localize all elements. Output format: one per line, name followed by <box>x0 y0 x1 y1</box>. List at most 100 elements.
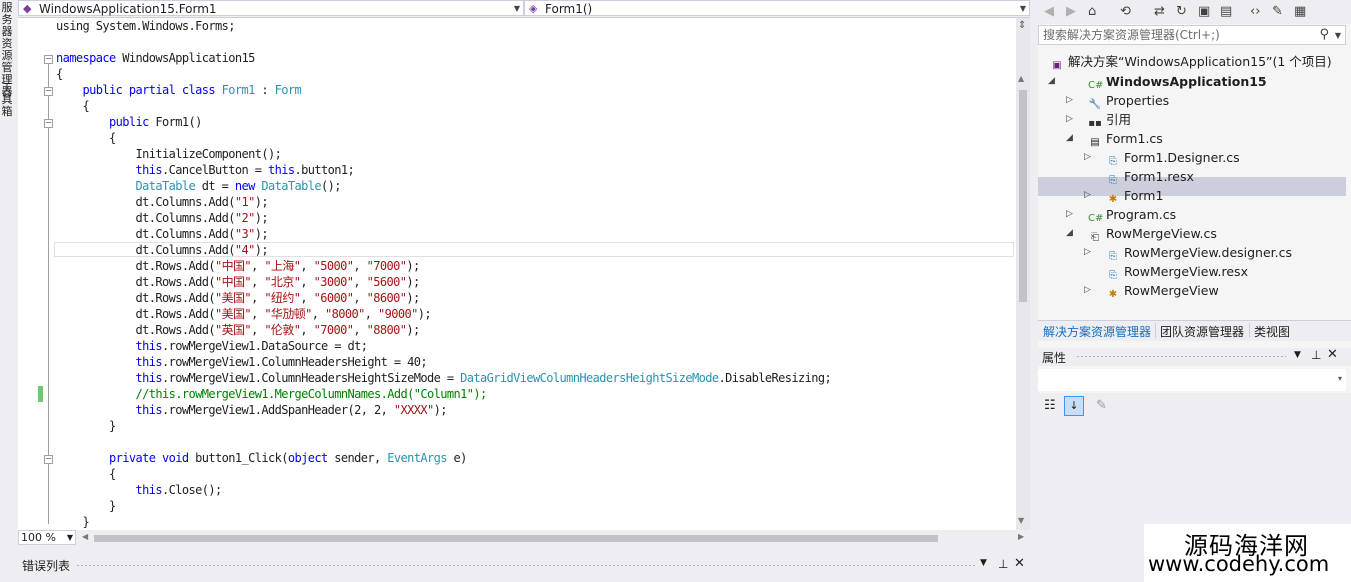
tree-node[interactable]: ▷ ▪▪ 引用 <box>1038 110 1346 129</box>
collapse-triangle-icon[interactable]: ◢ <box>1048 72 1055 91</box>
fold-toggle-namespace[interactable]: − <box>44 55 53 64</box>
code-line[interactable]: //this.rowMergeView1.MergeColumnNames.Ad… <box>56 386 487 402</box>
toolbox-tab[interactable]: 工具箱 <box>0 82 14 118</box>
tree-node[interactable]: ⎘ Form1.resx <box>1038 167 1346 186</box>
drag-grip[interactable] <box>1076 355 1286 358</box>
wrench-icon[interactable]: ✎ <box>1096 398 1107 413</box>
code-line[interactable]: } <box>56 514 89 530</box>
code-editor[interactable]: − − − − using System.Windows.Forms; names… <box>18 18 1016 530</box>
refresh-icon[interactable]: ↻ <box>1176 4 1187 19</box>
horizontal-scroll-thumb[interactable] <box>94 535 938 542</box>
code-line[interactable]: dt.Rows.Add("美国", "纽约", "6000", "8600"); <box>56 290 420 306</box>
tree-node[interactable]: ▷ 🔧 Properties <box>1038 91 1346 110</box>
forward-icon[interactable]: ▶ <box>1066 4 1076 19</box>
code-line[interactable]: dt.Columns.Add("2"); <box>56 210 268 226</box>
code-line[interactable]: dt.Rows.Add("英国", "伦敦", "7000", "8800"); <box>56 322 420 338</box>
code-line[interactable]: { <box>56 66 63 82</box>
tree-node[interactable]: ▣ 解决方案“WindowsApplication15”(1 个项目) <box>1038 52 1346 71</box>
expand-triangle-icon[interactable]: ▷ <box>1066 91 1073 110</box>
expand-triangle-icon[interactable]: ▷ <box>1084 243 1091 262</box>
code-line[interactable]: dt.Columns.Add("3"); <box>56 226 268 242</box>
collapse-all-icon[interactable]: ▣ <box>1198 4 1210 19</box>
code-line[interactable]: InitializeComponent(); <box>56 146 281 162</box>
alphabetical-icon[interactable]: ↓ <box>1064 396 1084 416</box>
tab-solution-explorer[interactable]: 解决方案资源管理器 <box>1043 323 1151 340</box>
history-icon[interactable]: ⟲ <box>1120 4 1131 19</box>
scroll-left-icon[interactable]: ◀ <box>82 532 88 541</box>
tree-node[interactable]: ◢ C# WindowsApplication15 <box>1038 72 1346 91</box>
sync-icon[interactable]: ⇄ <box>1154 4 1165 19</box>
code-line[interactable]: public Form1() <box>56 114 202 130</box>
expand-triangle-icon[interactable]: ▷ <box>1084 186 1091 205</box>
fold-toggle-class[interactable]: − <box>44 87 53 96</box>
dropdown-icon[interactable]: ▼ <box>980 558 987 568</box>
back-icon[interactable]: ◀ <box>1044 4 1054 19</box>
scroll-down-icon[interactable]: ▼ <box>1018 516 1024 525</box>
tab-team-explorer[interactable]: 团队资源管理器 <box>1160 323 1244 340</box>
search-icon[interactable]: ⚲ <box>1319 26 1329 44</box>
code-line[interactable]: this.CancelButton = this.button1; <box>56 162 355 178</box>
code-line[interactable]: using System.Windows.Forms; <box>56 18 235 34</box>
tree-node[interactable]: ⎘ RowMergeView.resx <box>1038 262 1346 281</box>
collapse-triangle-icon[interactable]: ◢ <box>1066 224 1073 243</box>
zoom-dropdown[interactable]: 100 % ▼ <box>18 530 76 545</box>
close-icon[interactable]: ✕ <box>1014 556 1025 571</box>
collapse-triangle-icon[interactable]: ◢ <box>1066 129 1073 148</box>
code-line[interactable]: this.Close(); <box>56 482 223 498</box>
code-line[interactable]: dt.Rows.Add("中国", "北京", "3000", "5600"); <box>56 274 420 290</box>
scroll-up-icon[interactable]: ▲ <box>1018 74 1024 83</box>
code-line[interactable]: public partial class Form1 : Form <box>56 82 302 98</box>
tree-node[interactable]: ▷ ✱ RowMergeView <box>1038 281 1346 300</box>
tree-node[interactable]: ▷ ✱ Form1 <box>1038 186 1346 205</box>
fold-toggle-method[interactable]: − <box>44 455 53 464</box>
chevron-down-icon[interactable]: ▼ <box>1335 27 1341 45</box>
home-icon[interactable]: ⌂ <box>1088 4 1096 19</box>
code-line[interactable]: this.rowMergeView1.AddSpanHeader(2, 2, "… <box>56 402 448 418</box>
class-selector-dropdown[interactable]: ◆ WindowsApplication15.Form1 ▼ <box>18 0 524 16</box>
code-line[interactable]: this.rowMergeView1.ColumnHeadersHeight =… <box>56 354 428 370</box>
code-line[interactable]: DataTable dt = new DataTable(); <box>56 178 342 194</box>
code-line[interactable]: { <box>56 98 89 114</box>
tree-node[interactable]: ◢ ⎗ RowMergeView.cs <box>1038 224 1346 243</box>
properties-object-dropdown[interactable]: ▾ <box>1038 369 1346 391</box>
preview-icon[interactable]: ▦ <box>1294 4 1306 19</box>
member-selector-dropdown[interactable]: ◈ Form1() ▼ <box>524 0 1030 16</box>
pin-icon[interactable]: ⊥ <box>998 557 1008 571</box>
pin-icon[interactable]: ⊥ <box>1311 348 1321 362</box>
code-line[interactable]: namespace WindowsApplication15 <box>56 50 255 66</box>
code-line[interactable]: dt.Columns.Add("4"); <box>56 242 268 258</box>
split-handle-icon[interactable]: ⇕ <box>1018 20 1026 31</box>
code-line[interactable]: } <box>56 418 116 434</box>
properties-icon[interactable]: ✎ <box>1272 4 1283 19</box>
code-line[interactable]: this.rowMergeView1.DataSource = dt; <box>56 338 368 354</box>
view-code-icon[interactable]: ‹› <box>1250 4 1260 19</box>
code-line[interactable]: this.rowMergeView1.ColumnHeadersHeightSi… <box>56 370 832 386</box>
code-line[interactable]: private void button1_Click(object sender… <box>56 450 467 466</box>
tree-node[interactable]: ◢ ▤ Form1.cs <box>1038 129 1346 148</box>
code-text-area[interactable]: using System.Windows.Forms; namespace Win… <box>56 18 1016 530</box>
vertical-scroll-thumb[interactable] <box>1019 90 1027 302</box>
tab-class-view[interactable]: 类视图 <box>1254 323 1290 340</box>
tree-node[interactable]: ▷ C# Program.cs <box>1038 205 1346 224</box>
code-line[interactable]: { <box>56 130 116 146</box>
fold-toggle-constructor[interactable]: − <box>44 119 53 128</box>
expand-triangle-icon[interactable]: ▷ <box>1084 148 1091 167</box>
solution-search-input[interactable]: 搜索解决方案资源管理器(Ctrl+;) ⚲ ▼ <box>1038 25 1346 45</box>
expand-triangle-icon[interactable]: ▷ <box>1066 110 1073 129</box>
code-line[interactable]: dt.Columns.Add("1"); <box>56 194 268 210</box>
code-line[interactable]: dt.Rows.Add("中国", "上海", "5000", "7000"); <box>56 258 420 274</box>
tree-node[interactable]: ▷ ⎘ RowMergeView.designer.cs <box>1038 243 1346 262</box>
categorized-icon[interactable]: ☷ <box>1044 398 1056 413</box>
code-line[interactable]: { <box>56 466 116 482</box>
code-line[interactable]: } <box>56 498 116 514</box>
close-icon[interactable]: ✕ <box>1327 347 1338 362</box>
drag-grip[interactable] <box>76 564 976 567</box>
scroll-right-icon[interactable]: ▶ <box>1018 532 1024 541</box>
code-line[interactable]: dt.Rows.Add("美国", "华劢顿", "8000", "9000")… <box>56 306 431 322</box>
expand-triangle-icon[interactable]: ▷ <box>1066 205 1073 224</box>
solution-tree[interactable]: ▣ 解决方案“WindowsApplication15”(1 个项目) ◢ C# Win… <box>1038 48 1351 318</box>
tree-node[interactable]: ▷ ⎘ Form1.Designer.cs <box>1038 148 1346 167</box>
show-all-files-icon[interactable]: ▤ <box>1220 4 1232 19</box>
expand-triangle-icon[interactable]: ▷ <box>1084 281 1091 300</box>
editor-vertical-scrollbar[interactable]: ⇕ ▲ ▼ <box>1016 18 1030 530</box>
